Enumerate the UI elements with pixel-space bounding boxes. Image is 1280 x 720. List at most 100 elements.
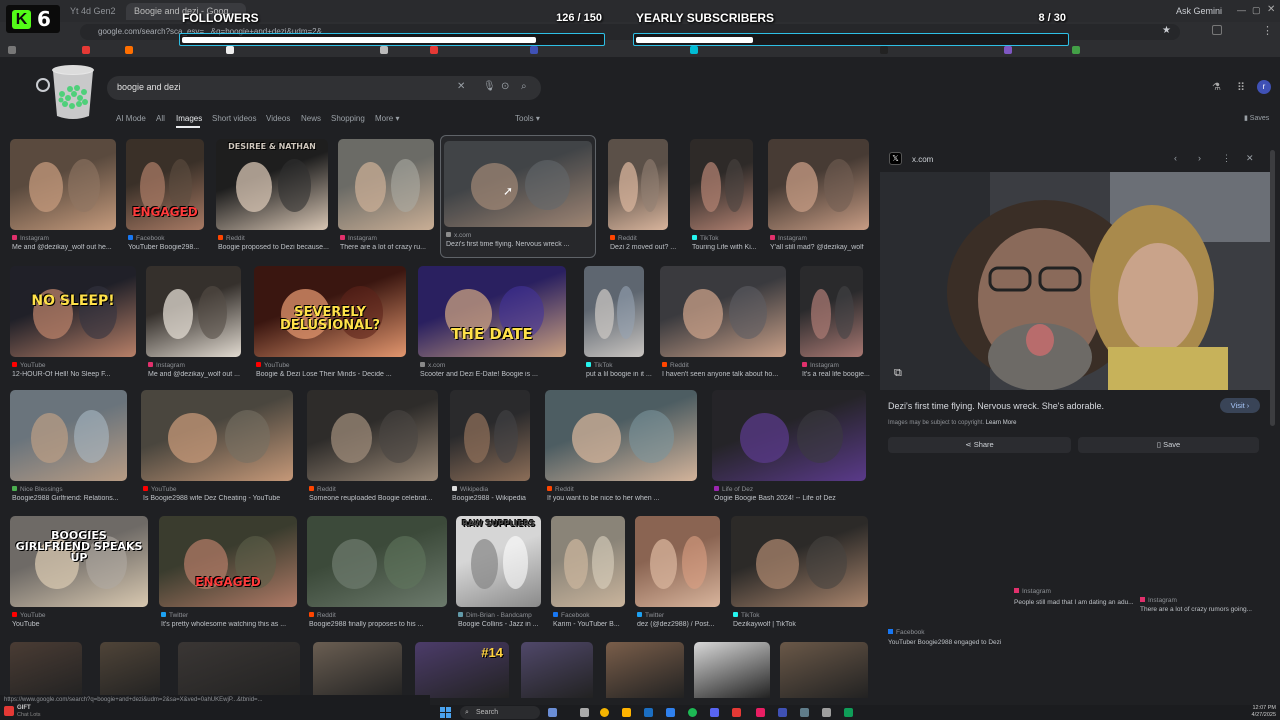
windows-start-icon[interactable]	[440, 707, 451, 718]
result-source[interactable]: Wikipedia	[452, 486, 532, 493]
more-options-icon[interactable]: ⋮	[1222, 153, 1231, 164]
image-result-thumbnail[interactable]	[780, 642, 868, 698]
result-title[interactable]: Someone reuploaded Boogie celebrat...	[309, 495, 446, 502]
result-source[interactable]: Facebook	[553, 612, 627, 619]
image-result-thumbnail[interactable]: RAW SUPPLIERS	[456, 516, 541, 607]
result-title[interactable]: I haven't seen anyone talk about ho...	[662, 371, 794, 378]
image-result-thumbnail[interactable]	[545, 390, 697, 481]
discord-icon[interactable]	[710, 708, 719, 717]
image-result-thumbnail[interactable]	[731, 516, 868, 607]
result-source[interactable]: Instagram	[148, 362, 243, 369]
image-result-thumbnail[interactable]	[584, 266, 644, 357]
gemini-button[interactable]: Ask Gemini	[1168, 3, 1228, 20]
image-result-thumbnail[interactable]	[768, 139, 869, 230]
image-result-thumbnail[interactable]	[338, 139, 434, 230]
avatar[interactable]: r	[1257, 80, 1271, 94]
previous-result-icon[interactable]: ‹	[1174, 153, 1177, 163]
image-result-thumbnail[interactable]	[307, 516, 447, 607]
taskbar-app-icon[interactable]	[822, 708, 831, 717]
image-result-thumbnail[interactable]	[712, 390, 866, 481]
taskbar-app-icon[interactable]	[844, 708, 853, 717]
result-title[interactable]: It's a real life boogie...	[802, 371, 871, 378]
next-result-icon[interactable]: ›	[1198, 153, 1201, 163]
result-title[interactable]: Oogie Boogie Bash 2024! -- Life of Dez	[714, 495, 874, 502]
save-button[interactable]: ▯ Save	[1078, 437, 1259, 453]
learn-more-link[interactable]: Learn More	[986, 420, 1017, 426]
bookmark-star-icon[interactable]: ★	[1162, 25, 1171, 36]
result-source[interactable]: Instagram	[340, 235, 436, 242]
result-source[interactable]: Twitter	[637, 612, 722, 619]
preview-image[interactable]: ⧉	[880, 172, 1270, 390]
close-preview-icon[interactable]: ✕	[1246, 153, 1254, 164]
result-source[interactable]: Instagram	[12, 235, 118, 242]
image-result-thumbnail[interactable]	[606, 642, 684, 698]
result-source[interactable]: Life of Dez	[714, 486, 868, 493]
result-source[interactable]: YouTube	[256, 362, 408, 369]
bookmark-icon[interactable]	[1072, 46, 1080, 54]
menu-kebab-icon[interactable]: ⋮	[1262, 24, 1273, 37]
result-title[interactable]: Karim - YouTuber B...	[553, 621, 633, 628]
image-result-thumbnail[interactable]: ENGAGED	[126, 139, 204, 230]
related-title[interactable]: YouTuber Boogie2988 engaged to Dezi	[888, 639, 1001, 646]
result-title[interactable]: dez (@dez2988) / Post...	[637, 621, 728, 628]
result-source[interactable]: Reddit	[309, 486, 440, 493]
result-source[interactable]: YouTube	[12, 612, 150, 619]
result-source[interactable]: Reddit	[610, 235, 670, 242]
result-title[interactable]: There are a lot of crazy ru...	[340, 244, 442, 251]
image-result-thumbnail[interactable]	[178, 642, 300, 698]
result-title[interactable]: YouTuber Boogie298...	[128, 244, 212, 251]
share-button[interactable]: ⋖ Share	[888, 437, 1071, 453]
bookmark-icon[interactable]	[880, 46, 888, 54]
taskbar-app-icon[interactable]	[756, 708, 765, 717]
image-result-thumbnail[interactable]	[690, 139, 753, 230]
image-result-thumbnail[interactable]	[521, 642, 593, 698]
extensions-icon[interactable]	[1212, 25, 1222, 35]
image-result-thumbnail[interactable]	[313, 642, 402, 698]
taskbar-app-icon[interactable]	[732, 708, 741, 717]
result-title[interactable]: Boogie2988 finally proposes to his ...	[309, 621, 455, 628]
saves-button[interactable]: ▮ Saves	[1244, 114, 1269, 122]
taskbar-date[interactable]: 4/27/2025	[1236, 712, 1276, 718]
result-title[interactable]: Boogie2988 Girlfriend: Relations...	[12, 495, 135, 502]
bookmark-icon[interactable]	[1004, 46, 1012, 54]
result-title[interactable]: If you want to be nice to her when ...	[547, 495, 705, 502]
image-result-thumbnail[interactable]	[551, 516, 625, 607]
taskbar-app-icon[interactable]	[778, 708, 787, 717]
result-title[interactable]: Boogie proposed to Dezi because...	[218, 244, 336, 251]
labs-flask-icon[interactable]: ⚗	[1212, 82, 1221, 93]
taskbar-app-icon[interactable]	[644, 708, 653, 717]
result-source[interactable]: Reddit	[547, 486, 699, 493]
image-result-thumbnail[interactable]: BOOGIES GIRLFRIEND SPEAKS UP	[10, 516, 148, 607]
result-title[interactable]: Me and @dezikay_wolf out he...	[12, 244, 124, 251]
apps-grid-icon[interactable]: ⠿	[1237, 81, 1245, 94]
result-title[interactable]: put a lil boogie in it ...	[586, 371, 652, 378]
image-result-thumbnail[interactable]	[608, 139, 668, 230]
result-title[interactable]: Boogie2988 - Wikipedia	[452, 495, 538, 502]
taskbar-search[interactable]: ⌕ Search	[460, 706, 540, 719]
result-source[interactable]: TikTok	[692, 235, 755, 242]
image-result-thumbnail[interactable]: THE DATE	[418, 266, 566, 357]
result-source[interactable]: x.com	[420, 362, 568, 369]
taskbar-app-icon[interactable]	[666, 708, 675, 717]
result-title[interactable]: Touring Life with Ki...	[692, 244, 761, 251]
related-title[interactable]: There are a lot of crazy rumors going...	[1140, 606, 1252, 613]
image-result-thumbnail[interactable]	[635, 516, 720, 607]
image-result-thumbnail[interactable]	[660, 266, 786, 357]
image-result-thumbnail[interactable]: NO SLEEP!	[10, 266, 136, 357]
result-source[interactable]: YouTube	[12, 362, 138, 369]
file-explorer-icon[interactable]	[622, 708, 631, 717]
result-source[interactable]: Reddit	[218, 235, 330, 242]
result-title[interactable]: It's pretty wholesome watching this as .…	[161, 621, 305, 628]
preview-caption[interactable]: Dezi's first time flying. Nervous wreck.…	[888, 401, 1104, 411]
image-result-thumbnail[interactable]	[800, 266, 863, 357]
result-title[interactable]: Dezi 2 moved out? ...	[610, 244, 676, 251]
image-result-thumbnail[interactable]: DESIREE & NATHAN	[216, 139, 328, 230]
taskbar-time[interactable]: 12:07 PM	[1236, 705, 1276, 711]
result-title[interactable]: Boogie Collins - Jazz in ...	[458, 621, 549, 628]
maximize-icon[interactable]: ▢	[1252, 5, 1261, 16]
result-source[interactable]: Reddit	[662, 362, 788, 369]
image-result-thumbnail[interactable]	[10, 390, 127, 481]
image-result-thumbnail[interactable]	[146, 266, 241, 357]
image-result-thumbnail[interactable]: SEVERELY DELUSIONAL?	[254, 266, 406, 357]
image-result-thumbnail[interactable]	[450, 390, 530, 481]
